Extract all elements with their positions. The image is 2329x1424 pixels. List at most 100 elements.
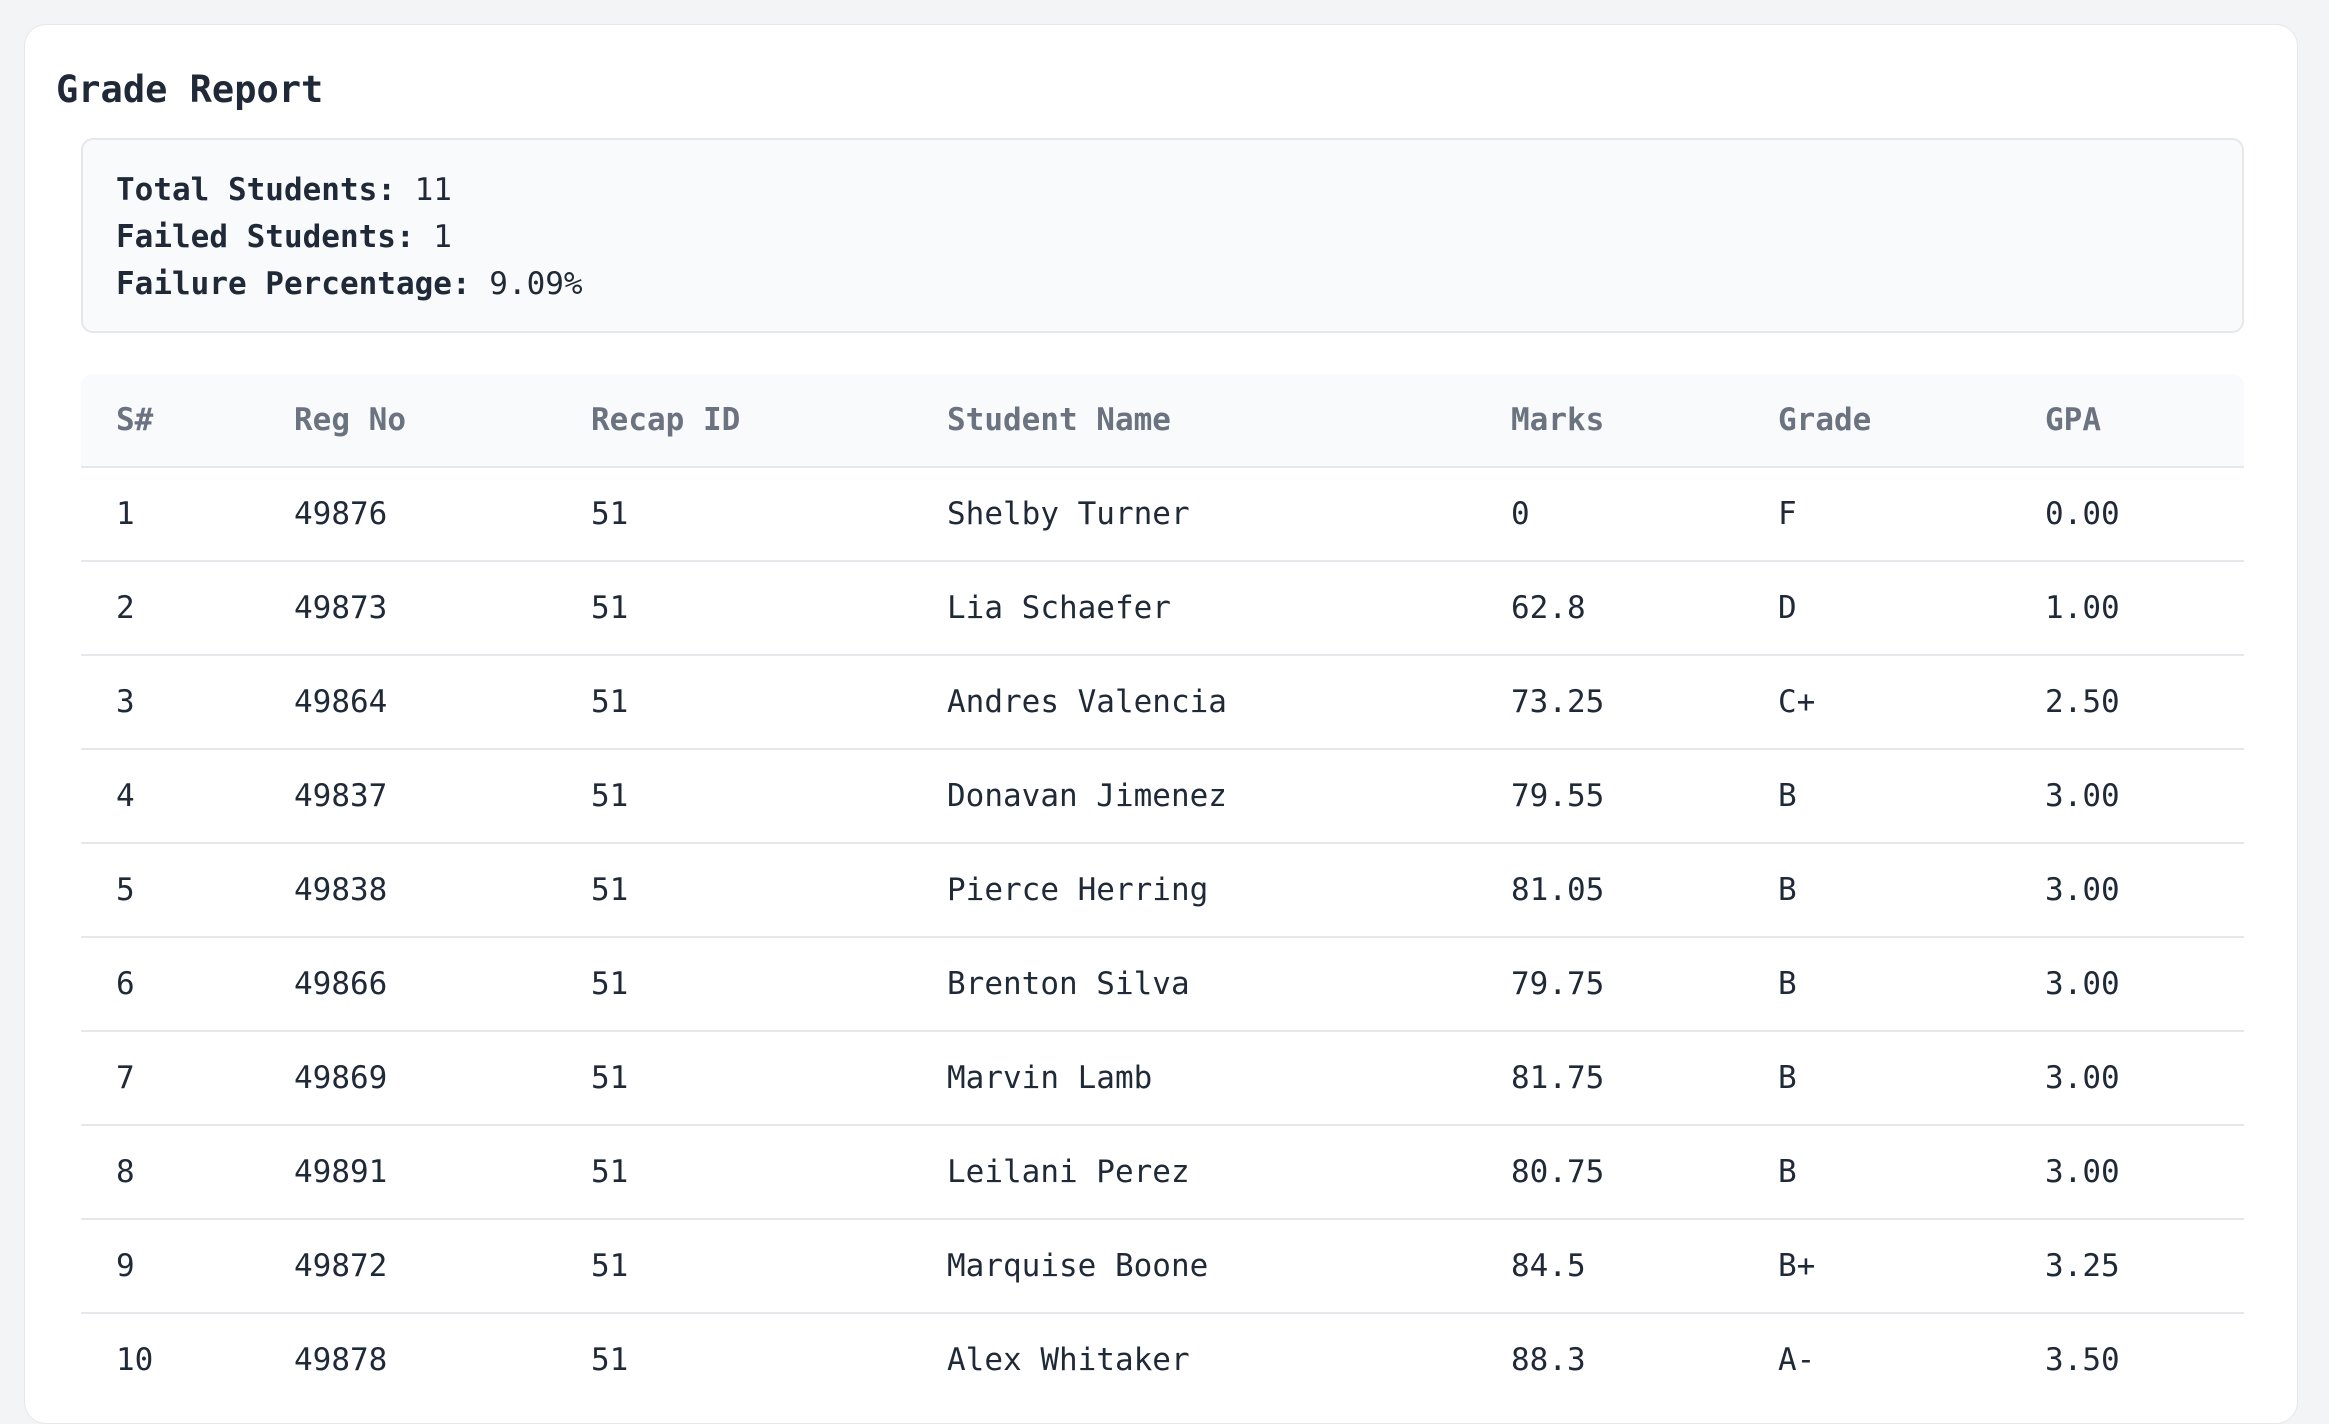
serial-cell: 3 (81, 655, 259, 750)
table-row: 3 49864 51 Andres Valencia 73.25 C+ 2.50 (81, 655, 2244, 750)
grade-cell: B (1743, 749, 2010, 844)
student-name-cell: Andres Valencia (912, 655, 1476, 750)
failed-students-line: Failed Students: 1 (116, 214, 2242, 261)
serial-cell: 4 (81, 749, 259, 844)
reg-no-cell: 49864 (259, 655, 556, 750)
marks-cell: 81.75 (1476, 1031, 1743, 1126)
table-row: 6 49866 51 Brenton Silva 79.75 B 3.00 (81, 937, 2244, 1032)
gpa-cell: 1.00 (2010, 561, 2244, 656)
serial-cell: 7 (81, 1031, 259, 1126)
table-row: 4 49837 51 Donavan Jimenez 79.55 B 3.00 (81, 749, 2244, 844)
recap-id-cell: 51 (556, 561, 912, 656)
recap-id-cell: 51 (556, 655, 912, 750)
recap-id-cell: 51 (556, 1219, 912, 1314)
reg-no-cell: 49872 (259, 1219, 556, 1314)
marks-cell: 88.3 (1476, 1313, 1743, 1390)
page-title: Grade Report (56, 68, 324, 111)
reg-no-cell: 49838 (259, 843, 556, 938)
table-row: 5 49838 51 Pierce Herring 81.05 B 3.00 (81, 843, 2244, 938)
grade-cell: A- (1743, 1313, 2010, 1390)
student-name-cell: Marvin Lamb (912, 1031, 1476, 1126)
gpa-cell: 3.00 (2010, 1125, 2244, 1220)
failed-students-label: Failed Students: (116, 219, 415, 255)
gpa-cell: 3.50 (2010, 1313, 2244, 1390)
student-name-cell: Brenton Silva (912, 937, 1476, 1032)
gpa-cell: 3.00 (2010, 749, 2244, 844)
summary-panel: Total Students: 11 Failed Students: 1 Fa… (81, 138, 2244, 333)
table-row: 2 49873 51 Lia Schaefer 62.8 D 1.00 (81, 561, 2244, 656)
reg-no-cell: 49866 (259, 937, 556, 1032)
column-header-reg-no: Reg No (259, 374, 556, 468)
table-row: 10 49878 51 Alex Whitaker 88.3 A- 3.50 (81, 1313, 2244, 1390)
total-students-value: 11 (414, 172, 452, 208)
serial-cell: 9 (81, 1219, 259, 1314)
serial-cell: 8 (81, 1125, 259, 1220)
reg-no-cell: 49891 (259, 1125, 556, 1220)
marks-cell: 79.55 (1476, 749, 1743, 844)
table-header-row: S# Reg No Recap ID Student Name Marks Gr… (81, 374, 2244, 468)
recap-id-cell: 51 (556, 843, 912, 938)
reg-no-cell: 49876 (259, 467, 556, 562)
column-header-serial: S# (81, 374, 259, 468)
recap-id-cell: 51 (556, 1031, 912, 1126)
grade-table-container: S# Reg No Recap ID Student Name Marks Gr… (81, 374, 2244, 1390)
grade-cell: B (1743, 937, 2010, 1032)
grade-cell: B+ (1743, 1219, 2010, 1314)
table-row: 8 49891 51 Leilani Perez 80.75 B 3.00 (81, 1125, 2244, 1220)
grade-table: S# Reg No Recap ID Student Name Marks Gr… (81, 374, 2244, 1390)
student-name-cell: Leilani Perez (912, 1125, 1476, 1220)
grade-cell: B (1743, 843, 2010, 938)
gpa-cell: 3.00 (2010, 843, 2244, 938)
recap-id-cell: 51 (556, 749, 912, 844)
failed-students-value: 1 (433, 219, 452, 255)
student-name-cell: Shelby Turner (912, 467, 1476, 562)
marks-cell: 73.25 (1476, 655, 1743, 750)
recap-id-cell: 51 (556, 937, 912, 1032)
reg-no-cell: 49837 (259, 749, 556, 844)
failure-percentage-label: Failure Percentage: (116, 266, 471, 302)
grade-cell: F (1743, 467, 2010, 562)
grade-cell: B (1743, 1031, 2010, 1126)
student-name-cell: Alex Whitaker (912, 1313, 1476, 1390)
gpa-cell: 3.25 (2010, 1219, 2244, 1314)
failure-percentage-value: 9.09% (489, 266, 583, 302)
gpa-cell: 3.00 (2010, 1031, 2244, 1126)
recap-id-cell: 51 (556, 1125, 912, 1220)
failure-percentage-line: Failure Percentage: 9.09% (116, 261, 2242, 308)
marks-cell: 81.05 (1476, 843, 1743, 938)
recap-id-cell: 51 (556, 1313, 912, 1390)
student-name-cell: Marquise Boone (912, 1219, 1476, 1314)
column-header-gpa: GPA (2010, 374, 2244, 468)
student-name-cell: Pierce Herring (912, 843, 1476, 938)
column-header-student-name: Student Name (912, 374, 1476, 468)
marks-cell: 0 (1476, 467, 1743, 562)
marks-cell: 80.75 (1476, 1125, 1743, 1220)
marks-cell: 79.75 (1476, 937, 1743, 1032)
serial-cell: 6 (81, 937, 259, 1032)
column-header-grade: Grade (1743, 374, 2010, 468)
marks-cell: 62.8 (1476, 561, 1743, 656)
reg-no-cell: 49873 (259, 561, 556, 656)
column-header-marks: Marks (1476, 374, 1743, 468)
gpa-cell: 3.00 (2010, 937, 2244, 1032)
total-students-line: Total Students: 11 (116, 167, 2242, 214)
reg-no-cell: 49878 (259, 1313, 556, 1390)
student-name-cell: Lia Schaefer (912, 561, 1476, 656)
serial-cell: 1 (81, 467, 259, 562)
column-header-recap-id: Recap ID (556, 374, 912, 468)
serial-cell: 10 (81, 1313, 259, 1390)
student-name-cell: Donavan Jimenez (912, 749, 1476, 844)
grade-cell: B (1743, 1125, 2010, 1220)
total-students-label: Total Students: (116, 172, 396, 208)
marks-cell: 84.5 (1476, 1219, 1743, 1314)
grade-cell: C+ (1743, 655, 2010, 750)
reg-no-cell: 49869 (259, 1031, 556, 1126)
grade-cell: D (1743, 561, 2010, 656)
recap-id-cell: 51 (556, 467, 912, 562)
table-row: 1 49876 51 Shelby Turner 0 F 0.00 (81, 467, 2244, 562)
table-row: 9 49872 51 Marquise Boone 84.5 B+ 3.25 (81, 1219, 2244, 1314)
serial-cell: 5 (81, 843, 259, 938)
gpa-cell: 2.50 (2010, 655, 2244, 750)
gpa-cell: 0.00 (2010, 467, 2244, 562)
serial-cell: 2 (81, 561, 259, 656)
